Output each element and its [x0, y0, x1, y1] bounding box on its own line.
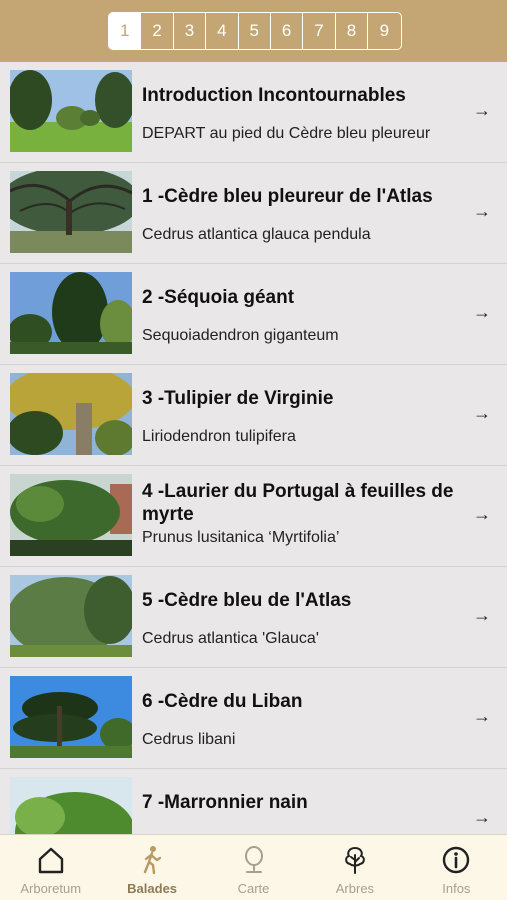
arrow-right-icon: →: [473, 605, 491, 625]
item-title: 1 -Cèdre bleu pleureur de l'Atlas: [142, 186, 433, 207]
tab-infos[interactable]: Infos: [406, 835, 507, 900]
page-1-button[interactable]: 1: [109, 13, 142, 49]
item-subtitle: Cedrus libani: [142, 731, 236, 748]
top-bar: 1 2 3 4 5 6 7 8 9: [0, 0, 507, 62]
page-4-button[interactable]: 4: [206, 13, 239, 49]
item-thumbnail: [10, 474, 132, 556]
item-title: 3 -Tulipier de Virginie: [142, 388, 334, 409]
walker-icon: [143, 846, 162, 875]
list-item[interactable]: 6 -Cèdre du Liban Cedrus libani →: [0, 668, 507, 769]
page-3-button[interactable]: 3: [174, 13, 207, 49]
arrow-right-icon: →: [473, 100, 491, 120]
item-title: 5 -Cèdre bleu de l'Atlas: [142, 590, 352, 611]
item-title: 4 -Laurier du Portugal à feuilles de myr…: [142, 481, 454, 525]
info-icon: [443, 846, 470, 874]
arrow-right-icon: →: [473, 504, 491, 524]
list-item[interactable]: 5 -Cèdre bleu de l'Atlas Cedrus atlantic…: [0, 567, 507, 668]
item-thumbnail: [10, 171, 132, 253]
item-thumbnail: [10, 272, 132, 354]
arrow-right-icon: →: [473, 807, 491, 827]
list-item[interactable]: 4 -Laurier du Portugal à feuilles de myr…: [0, 466, 507, 567]
item-subtitle: Liriodendron tulipifera: [142, 428, 296, 445]
tab-label: Balades: [127, 881, 178, 896]
arrow-right-icon: →: [473, 201, 491, 221]
item-subtitle: Cedrus atlantica 'Glauca': [142, 630, 319, 647]
home-icon: [38, 847, 63, 874]
page-8-button[interactable]: 8: [336, 13, 369, 49]
item-subtitle: DEPART au pied du Cèdre bleu pleureur: [142, 125, 431, 142]
page-2-button[interactable]: 2: [141, 13, 174, 49]
item-thumbnail: [10, 373, 132, 455]
map-pin-icon: [244, 846, 263, 873]
item-title: Introduction Incontournables: [142, 85, 406, 106]
arrow-right-icon: →: [473, 302, 491, 322]
item-title: 6 -Cèdre du Liban: [142, 691, 303, 712]
page-selector: 1 2 3 4 5 6 7 8 9: [108, 12, 402, 50]
page-5-button[interactable]: 5: [239, 13, 271, 49]
tab-arboretum[interactable]: Arboretum: [0, 835, 101, 900]
item-subtitle: Sequoiadendron giganteum: [142, 327, 339, 344]
tab-label: Arboretum: [20, 881, 82, 896]
item-thumbnail: [10, 70, 132, 152]
tree-icon: [345, 846, 365, 874]
balades-list[interactable]: Introduction Incontournables DEPART au p…: [0, 62, 507, 834]
page-7-button[interactable]: 7: [303, 13, 336, 49]
item-thumbnail: [10, 676, 132, 758]
list-item[interactable]: 7 -Marronnier nain →: [0, 769, 507, 834]
list-item[interactable]: 2 -Séquoia géant Sequoiadendron giganteu…: [0, 264, 507, 365]
arrow-right-icon: →: [473, 706, 491, 726]
item-title: 7 -Marronnier nain: [142, 792, 308, 813]
list-item[interactable]: 3 -Tulipier de Virginie Liriodendron tul…: [0, 365, 507, 466]
tab-arbres[interactable]: Arbres: [304, 835, 405, 900]
item-subtitle: Cedrus atlantica glauca pendula: [142, 226, 371, 243]
item-thumbnail: [10, 575, 132, 657]
arrow-right-icon: →: [473, 403, 491, 423]
tab-balades[interactable]: Balades: [101, 835, 202, 900]
tab-label: Infos: [442, 881, 471, 896]
item-title: 2 -Séquoia géant: [142, 287, 295, 308]
list-item[interactable]: 1 -Cèdre bleu pleureur de l'Atlas Cedrus…: [0, 163, 507, 264]
list-item[interactable]: Introduction Incontournables DEPART au p…: [0, 62, 507, 163]
bottom-tab-bar: Arboretum Balades Carte Arbres Infos: [0, 834, 507, 900]
page-9-button[interactable]: 9: [368, 13, 400, 49]
item-subtitle: Prunus lusitanica ‘Myrtifolia’: [142, 529, 340, 546]
tab-label: Arbres: [335, 881, 375, 896]
item-thumbnail: [10, 777, 132, 834]
tab-carte[interactable]: Carte: [203, 835, 304, 900]
page-6-button[interactable]: 6: [271, 13, 304, 49]
tab-label: Carte: [237, 881, 270, 896]
